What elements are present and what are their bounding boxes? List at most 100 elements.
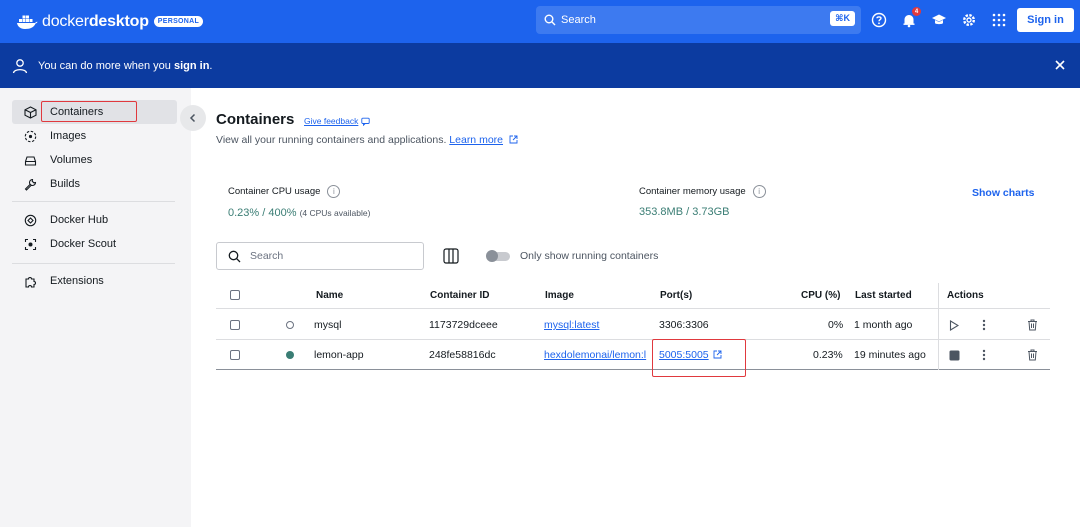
stop-icon[interactable] [948,349,960,361]
learn-more-link[interactable]: Learn more [449,134,503,146]
column-header-image[interactable]: Image [545,290,574,301]
apps-grid-icon[interactable] [990,11,1008,29]
info-icon[interactable]: i [752,185,766,198]
page-title: Containers [216,111,295,128]
column-header-container-id[interactable]: Container ID [430,290,489,301]
running-only-label: Only show running containers [520,250,659,262]
status-running-icon [286,351,294,359]
banner-sign-in-link[interactable]: sign in [174,60,209,72]
table-header: Name Container ID Image Port(s) CPU (%) … [216,283,1050,309]
more-options-icon[interactable] [978,319,990,331]
ports: 3306:3306 [659,319,709,331]
external-link-icon [509,135,518,144]
sidebar-item-label: Docker Hub [50,214,109,226]
columns-icon[interactable] [443,248,459,264]
user-icon [12,58,28,73]
trash-icon[interactable] [1026,349,1038,361]
image-icon [23,129,37,143]
container-icon [23,105,37,119]
image-link[interactable]: mysql:latest [544,319,599,331]
search-placeholder: Search [561,14,596,26]
sidebar-item-extensions[interactable]: Extensions [12,269,177,293]
play-icon[interactable] [948,319,960,331]
page-subtitle: View all your running containers and app… [216,134,518,146]
show-charts-button[interactable]: Show charts [972,187,1034,199]
actions-column-divider [938,283,939,370]
more-options-icon[interactable] [978,349,990,361]
sidebar-item-docker-scout[interactable]: Docker Scout [12,232,177,256]
sidebar-divider [12,201,175,202]
trash-icon[interactable] [1026,319,1038,331]
scout-icon [23,237,37,251]
highlight-box [41,101,137,122]
column-header-last-started[interactable]: Last started [855,290,912,301]
gear-icon[interactable] [960,11,978,29]
close-icon[interactable] [1053,58,1067,72]
sidebar-item-label: Docker Scout [50,238,117,250]
container-id: 1173729dceee [429,319,498,331]
chevron-left-icon [189,113,196,123]
sidebar-item-builds[interactable]: Builds [12,172,177,196]
shortcut-hint: ⌘K [830,11,855,26]
memory-usage-value: 353.8MB / 3.73GB [639,206,730,218]
container-name[interactable]: lemon-app [314,349,364,361]
sidebar-item-label: Volumes [50,154,93,166]
sidebar-item-label: Builds [50,178,80,190]
brand-logo: dockerdesktop PERSONAL [16,12,204,31]
highlight-box [652,339,746,377]
last-started: 19 minutes ago [854,349,926,361]
row-checkbox[interactable] [230,350,240,360]
cpu-usage-value: 0.23% / 400% (4 CPUs available) [228,207,371,219]
banner-text: You can do more when you sign in. [38,59,213,72]
help-icon[interactable] [870,11,888,29]
sign-in-banner: You can do more when you sign in. [0,43,1080,88]
feedback-icon [361,117,370,126]
running-only-toggle[interactable] [486,250,510,262]
sidebar-item-docker-hub[interactable]: Docker Hub [12,208,177,232]
collapse-sidebar-button[interactable] [180,105,206,131]
search-placeholder: Search [250,250,284,262]
cpu-usage-label: Container CPU usage i [228,185,341,198]
puzzle-icon [23,274,37,288]
select-all-checkbox[interactable] [230,290,240,300]
top-bar: dockerdesktop PERSONAL Search ⌘K 4 Sign … [0,0,1080,43]
column-header-ports[interactable]: Port(s) [660,290,692,301]
column-header-cpu[interactable]: CPU (%) [801,290,840,301]
learn-icon[interactable] [930,11,948,29]
toggle-knob [486,250,498,262]
container-search-input[interactable]: Search [216,242,424,270]
give-feedback-link[interactable]: Give feedback [304,116,370,126]
table-row[interactable]: lemon-app 248fe58816dc hexdolemonai/lemo… [216,340,1050,370]
status-stopped-icon [286,321,294,329]
bell-icon[interactable]: 4 [900,7,921,29]
cpu-percent: 0.23% [813,349,843,361]
cpu-percent: 0% [828,319,844,331]
sidebar: Containers Images Volumes Builds Docker … [0,88,191,527]
column-header-actions: Actions [947,290,984,301]
search-icon [228,250,241,262]
column-header-name[interactable]: Name [316,290,343,301]
search-icon [544,14,556,26]
notification-count: 4 [912,7,921,16]
image-link[interactable]: hexdolemonai/lemon:l [544,349,652,361]
docker-whale-icon [17,15,38,29]
table-row[interactable]: mysql 1173729dceee mysql:latest 3306:330… [216,310,1050,340]
container-id: 248fe58816dc [429,349,496,361]
volume-icon [23,153,37,167]
hub-icon [23,213,37,227]
memory-usage-label: Container memory usage i [639,185,766,198]
sidebar-item-volumes[interactable]: Volumes [12,148,177,172]
sidebar-item-images[interactable]: Images [12,124,177,148]
brand-name: dockerdesktop [42,12,149,30]
sidebar-item-label: Images [50,130,87,142]
sidebar-divider [12,263,175,264]
sign-in-button[interactable]: Sign in [1017,8,1074,32]
sidebar-item-label: Extensions [50,275,104,287]
container-name[interactable]: mysql [314,319,341,331]
wrench-icon [23,177,37,191]
info-icon[interactable]: i [327,185,341,198]
last-started: 1 month ago [854,319,913,331]
global-search[interactable]: Search ⌘K [536,6,861,34]
row-checkbox[interactable] [230,320,240,330]
plan-badge: PERSONAL [153,16,204,27]
